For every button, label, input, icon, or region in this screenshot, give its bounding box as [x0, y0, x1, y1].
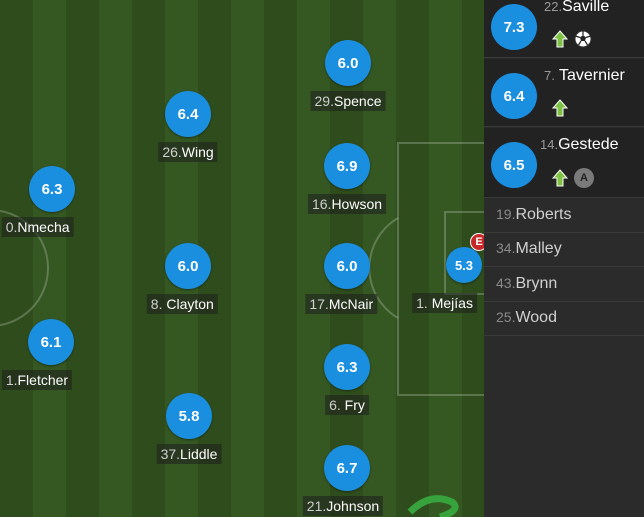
player-name-label: 6. Fry	[325, 395, 369, 415]
sub-in-arrow-icon	[552, 99, 568, 117]
player-name-label: 29.Spence	[310, 91, 386, 111]
sub-in-arrow-icon	[552, 30, 568, 48]
sub-in-arrow-icon	[552, 169, 568, 187]
assist-icon: A	[574, 168, 594, 188]
player-name-label: 16.Howson	[307, 194, 387, 214]
player-name-label: 37.Liddle	[156, 444, 222, 464]
player-name-label: 8. Clayton	[146, 294, 218, 314]
rating-badge: 6.9	[324, 143, 370, 189]
rating-badge: 6.4	[165, 91, 211, 137]
rating-badge: 5.8	[166, 393, 212, 439]
rating-badge: 6.0	[325, 40, 371, 86]
bench-item-brynn[interactable]: 43.Brynn	[484, 268, 644, 302]
player-name-label: 1. Mejías	[412, 293, 477, 313]
sub-name-label: 22.Saville	[544, 0, 610, 15]
player-name-label: 21.Johnson	[302, 496, 384, 516]
bench-name-label: 19.Roberts	[496, 206, 572, 223]
bench-name-label: 34.Malley	[496, 240, 562, 257]
rating-badge: 6.0	[165, 243, 211, 289]
player-name-label: 26.Wing	[158, 142, 218, 162]
bench-item-wood[interactable]: 25.Wood	[484, 302, 644, 336]
sub-name-label: 7. Tavernier	[544, 67, 625, 84]
rating-badge: 6.5	[491, 142, 537, 188]
pitch: 6.0 29.Spence 6.4 26.Wing 6.3 0.Nmecha 6…	[0, 0, 484, 517]
rating-badge: 5.3	[446, 247, 482, 283]
substitutes-panel: 7.3 22.Saville 6.4 7. Tavernier 6.5 14.G…	[484, 0, 644, 517]
goal-ball-icon	[574, 30, 592, 48]
bench-item-roberts[interactable]: 19.Roberts	[484, 199, 644, 233]
rating-badge: 6.7	[324, 445, 370, 491]
player-name-label: 17.McNair	[305, 294, 378, 314]
rating-badge: 6.4	[491, 73, 537, 119]
rating-badge: 6.3	[29, 166, 75, 212]
player-name-label: 1.Fletcher	[1, 370, 73, 390]
pitch-lines	[0, 142, 484, 517]
rating-badge: 6.1	[28, 319, 74, 365]
sub-row-saville[interactable]: 7.3 22.Saville	[484, 0, 644, 58]
rating-badge: 7.3	[491, 4, 537, 50]
bench-name-label: 43.Brynn	[496, 275, 558, 292]
sub-row-gestede[interactable]: 6.5 14.Gestede A	[484, 128, 644, 198]
sub-row-tavernier[interactable]: 6.4 7. Tavernier	[484, 59, 644, 127]
rating-badge: 6.0	[324, 243, 370, 289]
player-name-label: 0.Nmecha	[1, 217, 74, 237]
bench-item-malley[interactable]: 34.Malley	[484, 233, 644, 267]
bench-name-label: 25.Wood	[496, 309, 557, 326]
logo-mark	[407, 495, 459, 517]
rating-badge: 6.3	[324, 344, 370, 390]
sub-name-label: 14.Gestede	[540, 136, 619, 153]
